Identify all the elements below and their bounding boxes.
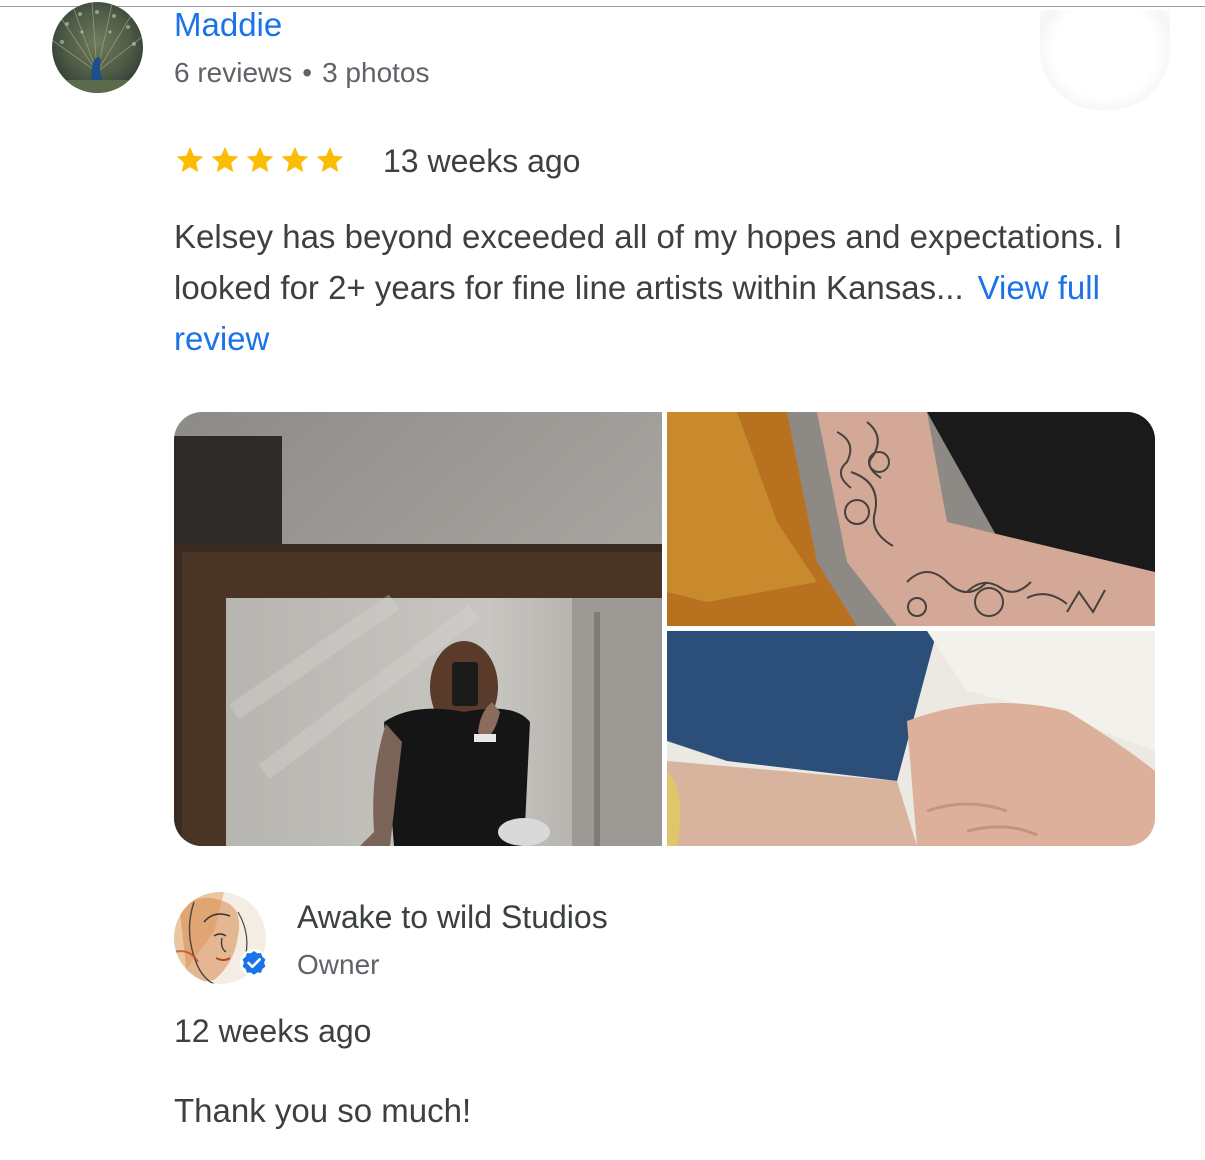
star-icon (316, 146, 344, 173)
review-photo-2[interactable] (667, 412, 1155, 626)
peacock-avatar-image (52, 2, 143, 93)
review-text: Kelsey has beyond exceeded all of my hop… (174, 211, 1174, 364)
reviewer-name[interactable]: Maddie (174, 4, 282, 46)
owner-response-time: 12 weeks ago (174, 1013, 372, 1049)
arm-tattoo-sleeve-image (667, 412, 1155, 626)
star-icon (246, 146, 274, 173)
owner-avatar[interactable] (174, 892, 268, 984)
review-photo-3[interactable] (667, 631, 1155, 846)
owner-role: Owner (297, 949, 380, 980)
meta-separator: • (302, 57, 313, 88)
photos-count: 3 photos (322, 57, 430, 88)
two-arms-image (667, 631, 1155, 846)
star-rating (174, 140, 346, 180)
owner-name: Awake to wild Studios (297, 899, 608, 935)
star-icon (281, 146, 309, 173)
star-icon (211, 146, 239, 173)
mirror-selfie-image (174, 412, 662, 846)
illustrated-face-avatar-image (174, 892, 268, 984)
star-icon (176, 146, 204, 173)
review-time: 13 weeks ago (383, 143, 581, 179)
review-photo-1[interactable] (174, 412, 662, 846)
corner-shadow (1040, 10, 1170, 110)
owner-response-text: Thank you so much! (174, 1092, 472, 1129)
reviewer-avatar[interactable] (52, 2, 143, 93)
reviewer-meta: 6 reviews • 3 photos (174, 56, 430, 90)
reviews-count: 6 reviews (174, 57, 293, 88)
